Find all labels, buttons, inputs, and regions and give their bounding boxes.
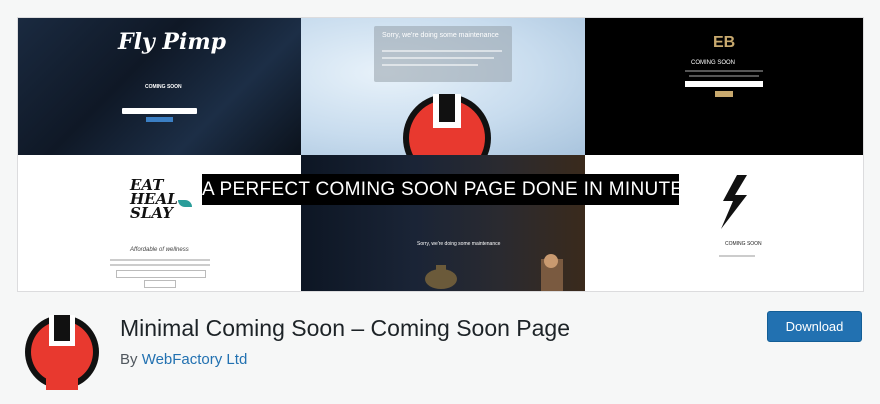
panel3-text-line xyxy=(685,70,763,72)
panel4-text-line xyxy=(110,259,210,261)
eatheal-logo: EAT HEAL SLAY xyxy=(130,176,178,222)
preview-panel-maintenance: Sorry, we're doing some maintenance xyxy=(301,18,585,155)
maintenance-notice-box: Sorry, we're doing some maintenance xyxy=(374,26,512,82)
panel4-subheading: Affordable of wellness xyxy=(130,247,189,253)
flypimp-logo: Fly Pimp xyxy=(118,29,226,55)
lightning-logo-icon xyxy=(721,175,747,229)
maintenance-text-line xyxy=(382,64,478,66)
preview-panel-eb: EB COMING SOON xyxy=(585,18,863,155)
panel1-heading: COMING SOON xyxy=(145,84,182,90)
panel4-email-field xyxy=(116,270,206,278)
author-prefix: By xyxy=(120,351,138,368)
panel1-subscribe-button xyxy=(146,117,173,122)
plugin-banner: Fly Pimp COMING SOON Sorry, we're doing … xyxy=(17,17,864,292)
wrench-logo-icon xyxy=(403,94,491,155)
panel6-heading: COMING SOON xyxy=(725,241,762,247)
panel4-text-line xyxy=(110,264,210,266)
panel6-text-line xyxy=(719,255,755,257)
maintenance-heading: Sorry, we're doing some maintenance xyxy=(382,32,499,39)
maintenance-text-line xyxy=(382,57,494,59)
plugin-title: Minimal Coming Soon – Coming Soon Page xyxy=(120,315,571,341)
panel5-heading: Sorry, we're doing some maintenance xyxy=(417,241,501,247)
panel4-subscribe-button xyxy=(144,280,176,288)
panel3-heading: COMING SOON xyxy=(691,60,736,66)
panel3-email-field xyxy=(685,81,763,87)
plugin-author: By WebFactory Ltd xyxy=(120,351,247,368)
banner-tagline: A PERFECT COMING SOON PAGE DONE IN MINUT… xyxy=(202,174,696,205)
preview-panel-flypimp: Fly Pimp COMING SOON xyxy=(18,18,301,155)
author-link[interactable]: WebFactory Ltd xyxy=(142,351,248,368)
maintenance-text-line xyxy=(382,50,502,52)
panel3-subscribe-button xyxy=(715,91,733,97)
download-button[interactable]: Download xyxy=(767,311,862,342)
wrench-logo-icon xyxy=(25,315,99,390)
eb-logo: EB xyxy=(713,34,736,51)
panel1-email-field xyxy=(122,108,197,114)
kettle-scene-icon xyxy=(425,254,563,291)
panel3-text-line xyxy=(689,75,759,77)
